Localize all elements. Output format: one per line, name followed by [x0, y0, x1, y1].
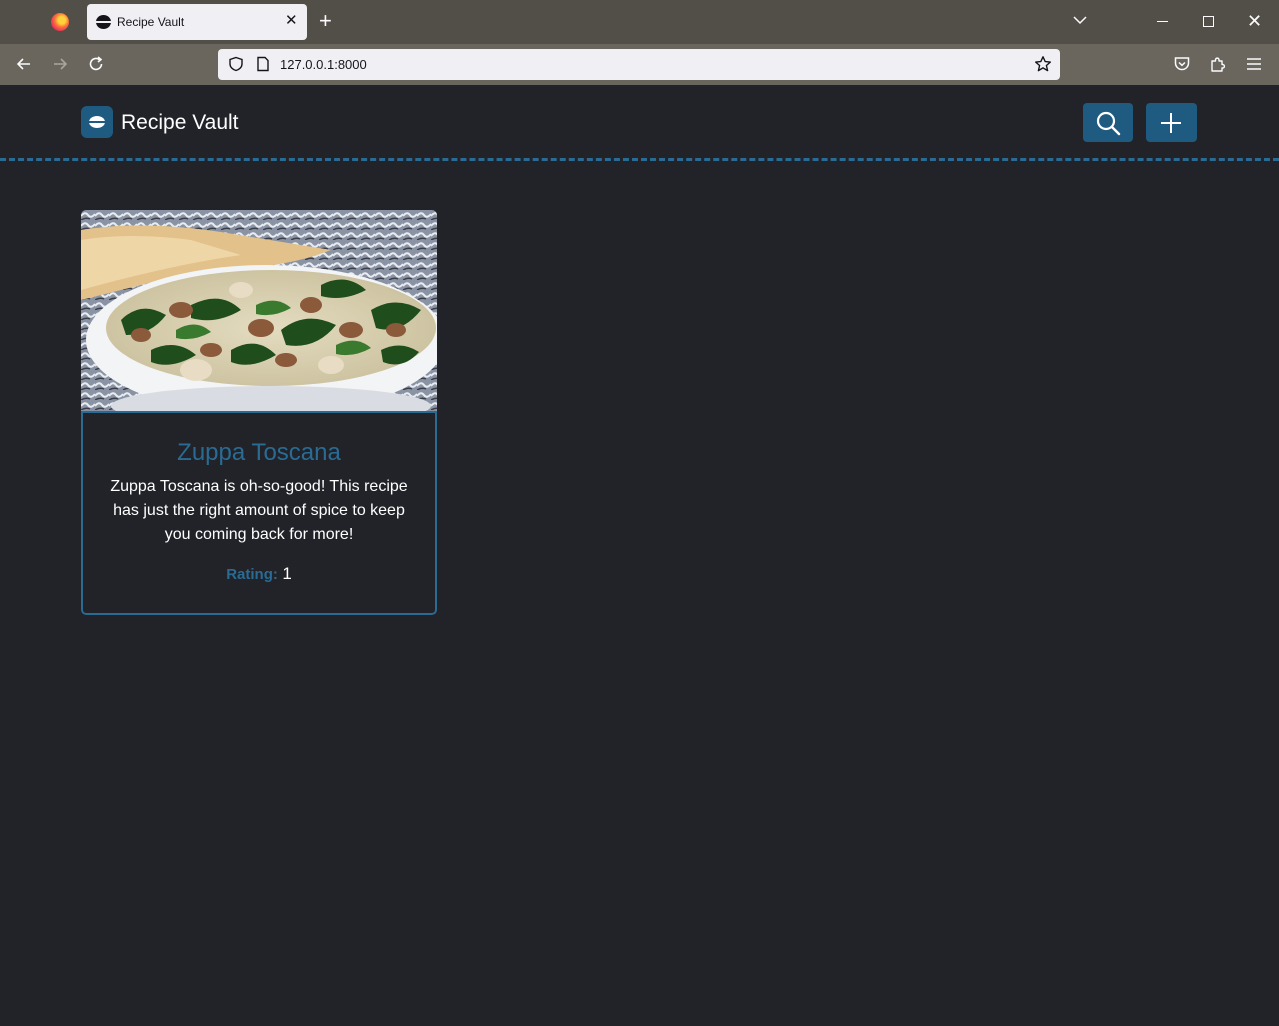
reload-icon[interactable]: [86, 54, 106, 74]
logo-icon[interactable]: [81, 106, 113, 138]
hamburger-menu-icon[interactable]: [1245, 55, 1263, 73]
back-arrow-icon[interactable]: [14, 54, 34, 74]
tab-close-icon[interactable]: ✕: [285, 13, 298, 29]
recipe-card-body: Zuppa Toscana Zuppa Toscana is oh-so-goo…: [81, 411, 437, 615]
recipe-rating: Rating: 1: [83, 564, 435, 584]
recipe-title[interactable]: Zuppa Toscana: [83, 439, 435, 467]
brand-title[interactable]: Recipe Vault: [121, 111, 239, 135]
minimize-icon[interactable]: [1157, 21, 1168, 22]
url-text[interactable]: 127.0.0.1:8000: [280, 57, 367, 72]
page-content: Recipe Vault Zuppa Toscana Zuppa Toscana…: [0, 85, 1279, 1026]
browser-nav-bar: 127.0.0.1:8000: [0, 44, 1279, 85]
extensions-icon[interactable]: [1209, 55, 1227, 73]
shield-icon[interactable]: [228, 56, 244, 72]
rating-label: Rating:: [226, 566, 278, 583]
recipe-card[interactable]: Zuppa Toscana Zuppa Toscana is oh-so-goo…: [81, 210, 437, 615]
new-tab-plus-icon[interactable]: +: [319, 9, 332, 33]
plus-icon: [1161, 113, 1181, 133]
firefox-icon[interactable]: [51, 13, 69, 31]
tab-favicon-icon: [96, 15, 111, 29]
add-recipe-button[interactable]: [1146, 103, 1197, 142]
rating-value: 1: [282, 564, 292, 583]
window-close-icon[interactable]: ✕: [1247, 11, 1262, 31]
tab-title: Recipe Vault: [117, 15, 185, 29]
search-icon: [1096, 111, 1121, 136]
search-button[interactable]: [1083, 103, 1133, 142]
recipe-image[interactable]: [81, 210, 437, 411]
url-bar[interactable]: 127.0.0.1:8000: [218, 49, 1060, 80]
browser-tab[interactable]: Recipe Vault ✕: [87, 4, 307, 40]
pocket-icon[interactable]: [1173, 55, 1191, 73]
star-icon[interactable]: [1034, 55, 1052, 73]
recipe-description: Zuppa Toscana is oh-so-good! This recipe…: [110, 478, 408, 543]
site-header: Recipe Vault: [0, 85, 1279, 161]
chevron-down-icon[interactable]: [1072, 12, 1088, 28]
maximize-icon[interactable]: [1203, 16, 1214, 27]
page-icon[interactable]: [256, 56, 270, 72]
browser-tab-bar: Recipe Vault ✕ + ✕: [0, 0, 1279, 44]
forward-arrow-icon[interactable]: [50, 54, 70, 74]
